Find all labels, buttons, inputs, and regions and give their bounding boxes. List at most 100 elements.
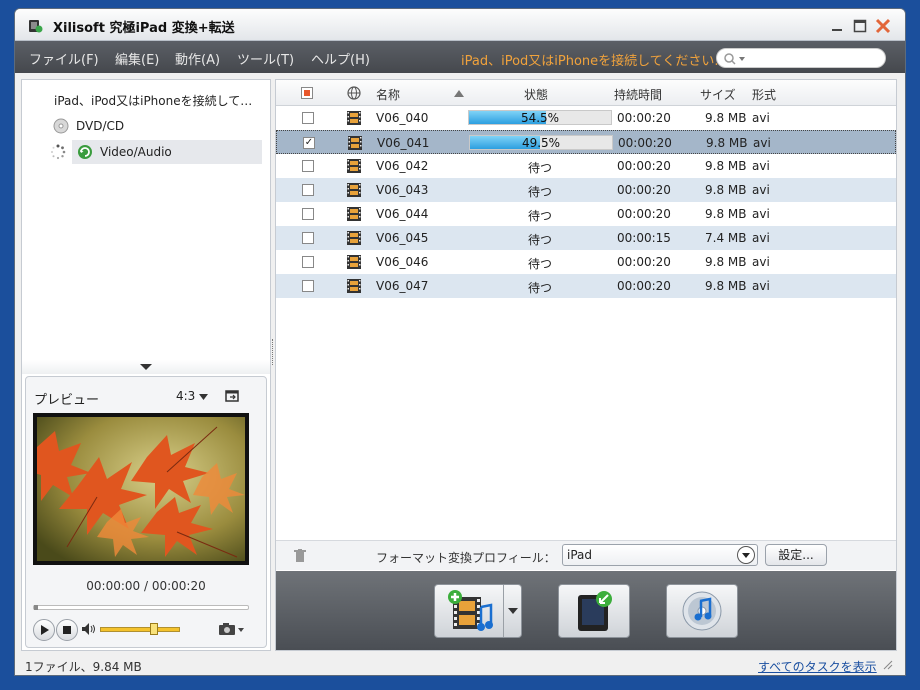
add-options-dropdown[interactable] [503,585,521,637]
close-button[interactable] [873,16,893,36]
table-row[interactable]: V06_043 待つ 00:00:20 9.8 MB avi [276,178,896,202]
settings-button[interactable]: 設定... [765,544,827,566]
profile-value: iPad [567,548,593,562]
duration-cell: 00:00:20 [617,255,671,269]
table-row[interactable]: ✓ V06_041 49.5% 00:00:20 9.8 MB avi [276,130,896,154]
table-row[interactable]: V06_040 54.5% 00:00:20 9.8 MB avi [276,106,896,130]
play-button[interactable] [33,619,55,641]
menu-file[interactable]: ファイル(F) [29,49,99,68]
row-checkbox[interactable]: ✓ [303,137,315,149]
row-checkbox[interactable] [302,184,314,196]
device-connect-notice: iPad、iPod又はiPhoneを接続してください... [461,54,727,69]
trash-icon[interactable] [294,549,306,563]
chevron-down-icon [507,608,518,614]
profile-select[interactable]: iPad [562,544,758,566]
panel-collapse-toggle[interactable] [22,360,270,374]
table-row[interactable]: V06_044 待つ 00:00:20 9.8 MB avi [276,202,896,226]
popout-preview-icon[interactable] [225,389,239,403]
name-cell: V06_044 [376,207,429,221]
seek-slider[interactable] [33,605,249,610]
column-header-size[interactable]: サイズ [700,86,736,103]
size-cell: 9.8 MB [705,183,747,197]
profile-label: フォーマット変換プロフィール： [376,551,556,565]
row-checkbox[interactable] [302,208,314,220]
source-panel: iPad、iPod又はiPhoneを接続して… DVD/CD Video/Aud… [21,79,271,651]
tree-item-video-audio[interactable]: Video/Audio [72,140,262,164]
preview-timecode: 00:00:00 / 00:00:20 [86,579,206,593]
progress-text: 54.5% [520,111,560,125]
menu-bar: ファイル(F) 編集(E) 動作(A) ツール(T) ヘルプ(H) iPad、i… [15,41,905,73]
format-cell: avi [752,183,770,197]
progress-bar: 54.5% [468,110,612,125]
menu-tools[interactable]: ツール(T) [237,49,294,68]
minimize-button[interactable] [827,16,847,36]
status-cell: 待つ [528,209,553,223]
add-files-button[interactable] [434,584,522,638]
format-cell: avi [753,136,771,150]
table-row[interactable]: V06_046 待つ 00:00:20 9.8 MB avi [276,250,896,274]
show-all-tasks-link[interactable]: すべてのタスクを表示 [758,658,877,675]
duration-cell: 00:00:20 [618,136,672,150]
table-row[interactable]: V06_045 待つ 00:00:15 7.4 MB avi [276,226,896,250]
tree-item-dvd[interactable]: DVD/CD [52,114,124,138]
device-prompt[interactable]: iPad、iPod又はiPhoneを接続して… [54,88,252,112]
dropdown-arrow-icon [199,394,209,400]
column-header-format[interactable]: 形式 [752,86,776,103]
menu-help[interactable]: ヘルプ(H) [311,49,370,68]
tree-item-video-audio-label: Video/Audio [100,145,172,159]
select-all-checkbox[interactable] [301,87,313,99]
resize-grip-icon[interactable] [883,660,893,670]
duration-cell: 00:00:20 [617,207,671,221]
preview-title: プレビュー [34,393,100,408]
name-cell: V06_040 [376,111,429,125]
name-cell: V06_041 [377,136,430,150]
column-header-name[interactable]: 名称 [376,86,400,103]
transfer-to-ipad-button[interactable] [558,584,630,638]
chevron-down-icon [140,364,152,370]
duration-cell: 00:00:20 [617,279,671,293]
volume-handle[interactable] [150,623,158,635]
loading-spinner-icon [51,144,66,160]
device-prompt-label: iPad、iPod又はiPhoneを接続して… [54,93,253,108]
table-row[interactable]: V06_047 待つ 00:00:20 9.8 MB avi [276,274,896,298]
itunes-button[interactable] [666,584,738,638]
disc-icon [53,118,69,134]
row-checkbox[interactable] [302,160,314,172]
profile-bar: フォーマット変換プロフィール： iPad 設定... [276,540,896,570]
column-header-duration[interactable]: 持続時間 [614,86,662,103]
duration-cell: 00:00:20 [617,183,671,197]
video-file-icon [347,231,361,245]
maximize-button[interactable] [850,16,870,36]
itunes-cd-icon [682,591,722,631]
dropdown-button[interactable] [737,546,755,564]
row-checkbox[interactable] [302,232,314,244]
video-file-icon [347,111,361,125]
aspect-ratio-select[interactable]: 4:3 [176,389,209,403]
duration-cell: 00:00:20 [617,111,671,125]
status-cell: 待つ [528,161,553,175]
close-icon [875,18,891,34]
stop-button[interactable] [56,619,78,641]
row-checkbox[interactable] [302,280,314,292]
snapshot-camera-icon[interactable] [218,621,246,637]
menu-action[interactable]: 動作(A) [175,49,220,68]
table-row[interactable]: V06_042 待つ 00:00:20 9.8 MB avi [276,154,896,178]
splitter-grip[interactable] [272,339,274,365]
volume-slider[interactable] [100,627,180,632]
action-toolbar [276,571,896,650]
size-cell: 9.8 MB [705,111,747,125]
status-cell: 待つ [528,233,553,247]
volume-icon[interactable] [82,623,96,635]
app-icon [29,20,43,33]
window-title: Xilisoft 究極iPad 変換+転送 [53,21,235,36]
row-checkbox[interactable] [302,112,314,124]
size-cell: 9.8 MB [705,279,747,293]
search-input[interactable] [716,48,886,68]
column-header-status[interactable]: 状態 [524,86,548,103]
duration-cell: 00:00:20 [617,159,671,173]
seek-handle[interactable] [34,605,38,610]
status-bar: 1ファイル、9.84 MB すべてのタスクを表示 [15,655,905,675]
format-cell: avi [752,111,770,125]
row-checkbox[interactable] [302,256,314,268]
menu-edit[interactable]: 編集(E) [115,49,159,68]
